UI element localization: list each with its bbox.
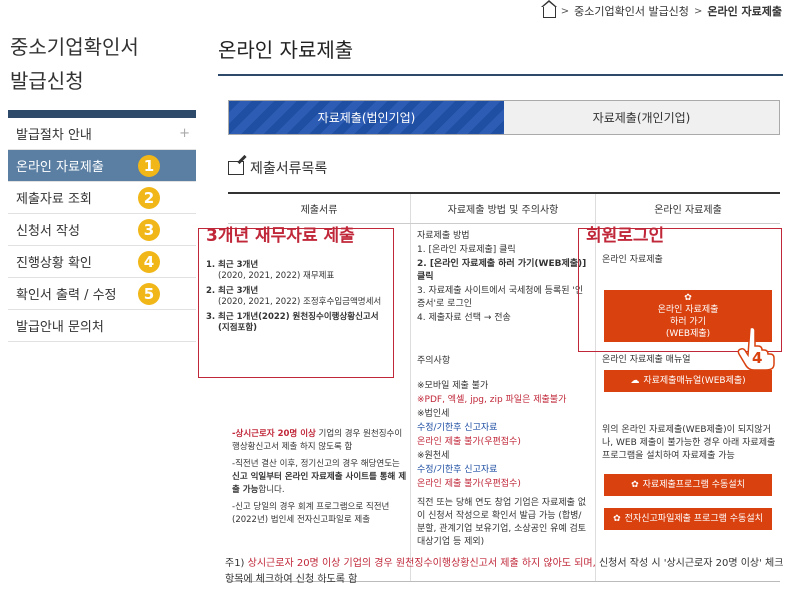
e-filing-program-button[interactable]: ✿ 전자신고파일제출 프로그램 수동설치 [604, 508, 772, 530]
section-title: 제출서류목록 [228, 158, 327, 178]
step-badge-5: 5 [138, 283, 160, 305]
table-header: 제출서류 [300, 205, 338, 216]
method-title: 자료제출 방법 [417, 231, 470, 241]
sidebar-item-application[interactable]: 신청서 작성 3 [8, 214, 196, 246]
method-step: 4. 제출자료 선택 → 전송 [417, 313, 511, 323]
breadcrumb-item-parent[interactable]: 중소기업확인서 발급신청 [574, 3, 689, 19]
step-number: 4 [752, 349, 763, 367]
method-step: 2. [온라인 자료제출 하러 가기(WEB제출)] 클릭 [417, 259, 587, 282]
method-step: 1. [온라인 자료제출] 클릭 [417, 245, 516, 255]
breadcrumb-separator: > [560, 5, 570, 17]
sidebar-item-submission-lookup[interactable]: 제출자료 조회 2 [8, 182, 196, 214]
sidebar-item-label: 온라인 자료제출 [16, 160, 104, 175]
caution-item: ※원천세 [417, 451, 450, 461]
breadcrumb-separator: > [693, 5, 703, 17]
tab-corporate[interactable]: 자료제출(법인기업) [229, 101, 504, 134]
sidebar-item-label: 발급안내 문의처 [16, 320, 104, 335]
breadcrumb: > 중소기업확인서 발급신청 > 온라인 자료제출 [540, 0, 782, 19]
install-program-button[interactable]: ✿ 자료제출프로그램 수동설치 [604, 474, 772, 496]
sidebar-item-contact[interactable]: 발급안내 문의처 [8, 310, 196, 342]
manual-label: 온라인 자료제출 매뉴얼 [602, 355, 691, 365]
note: -신고 당일의 경우 회계 프로그램으로 직전년(2022년) 법인세 전자신고… [232, 502, 390, 525]
annotation-financial: 3개년 재무자료 제출 [206, 226, 355, 246]
annotation-member-login: 회원로그인 [586, 226, 665, 246]
program-description: 위의 온라인 자료제출(WEB제출)이 되지않거나, WEB 제출이 불가능한 … [602, 425, 776, 461]
list-item: 1. 최근 3개년 (2020, 2021, 2022) 재무제표 [206, 260, 335, 281]
tab-individual[interactable]: 자료제출(개인기업) [504, 101, 779, 134]
sidebar-title-line1: 중소기업확인서 [10, 35, 139, 59]
main-content: 온라인 자료제출 자료제출(법인기업) 자료제출(개인기업) 제출서류목록 제출… [198, 30, 783, 582]
caution-item: 온라인 제출 불가(우편접수) [417, 437, 521, 447]
breadcrumb-item-current: 온라인 자료제출 [707, 5, 782, 18]
step-badge-4: 4 [138, 251, 160, 273]
edit-icon [228, 161, 244, 175]
table-header: 온라인 자료제출 [595, 194, 780, 223]
sidebar: 중소기업확인서 발급신청 발급절차 안내 + 온라인 자료제출 1 제출자료 조… [8, 30, 196, 342]
list-item: 2. 최근 3개년 (2020, 2021, 2022) 조정후수입금액명세서 [206, 286, 382, 307]
step-badge-1: 1 [138, 155, 160, 177]
sidebar-item-print-edit[interactable]: 확인서 출력 / 수정 5 [8, 278, 196, 310]
caution-item: 수정/기한후 신고자료 [417, 423, 498, 433]
documents-table: 제출서류 자료제출 방법 및 주의사항 온라인 자료제출 3개년 재무자료 제출… [198, 192, 782, 582]
table-row: 3개년 재무자료 제출 1. 최근 3개년 (2020, 2021, 2022) … [198, 224, 782, 581]
sidebar-item-procedure[interactable]: 발급절차 안내 + [8, 118, 196, 150]
manual-button[interactable]: ☁ 자료제출매뉴얼(WEB제출) [604, 370, 772, 392]
caution-item: ※PDF, 엑셀, jpg, zip 파일은 제출불가 [417, 395, 567, 405]
list-item: 3. 최근 1개년(2022) 원천징수이행상황신고서 (지점포함) [206, 312, 379, 333]
startup-note: 직전 또는 당해 연도 창업 기업은 자료제출 없이 신청서 작성으로 확인서 … [417, 498, 587, 547]
note: -상시근로자 20명 이상 기업의 경우 원천징수이행상황신고서 제출 하지 않… [232, 429, 403, 452]
document-list: 1. 최근 3개년 (2020, 2021, 2022) 재무제표 2. 최근 3개… [206, 260, 390, 338]
sidebar-item-label: 신청서 작성 [16, 224, 80, 239]
plus-icon: + [179, 126, 190, 141]
caution-item: 수정/기한후 신고자료 [417, 465, 498, 475]
sidebar-title-line2: 발급신청 [10, 69, 84, 93]
sidebar-divider [8, 110, 196, 118]
note: -직전년 결산 이후, 정기신고의 경우 해당연도는 신고 익일부터 온라인 자… [232, 459, 407, 495]
sidebar-item-progress[interactable]: 진행상황 확인 4 [8, 246, 196, 278]
footnote: 주1) 상시근로자 20명 이상 기업의 경우 원천징수이행상황신고서 제출 하… [225, 558, 784, 585]
step-badge-2: 2 [138, 187, 160, 209]
gear-icon: ✿ [684, 293, 692, 303]
sidebar-item-label: 확인서 출력 / 수정 [16, 288, 117, 303]
home-icon[interactable] [540, 0, 557, 18]
caution-item: ※모바일 제출 불가 [417, 381, 489, 391]
online-submission-cell: 회원로그인 온라인 자료제출 ✿ 온라인 자료제출 하러 가기 (WEB제출) … [578, 224, 782, 581]
caution-item: ※법인세 [417, 409, 450, 419]
method-cell: 자료제출 방법 1. [온라인 자료제출] 클릭 2. [온라인 자료제출 하러… [410, 224, 595, 581]
documents-cell: 3개년 재무자료 제출 1. 최근 3개년 (2020, 2021, 2022) … [198, 224, 410, 581]
sidebar-item-online-submission[interactable]: 온라인 자료제출 1 [8, 150, 196, 182]
table-header-row: 제출서류 자료제출 방법 및 주의사항 온라인 자료제출 [228, 194, 780, 224]
sidebar-item-label: 발급절차 안내 [16, 128, 92, 143]
page-title: 온라인 자료제출 [218, 38, 354, 62]
title-divider [218, 74, 783, 76]
tab-bar: 자료제출(법인기업) 자료제출(개인기업) [228, 100, 780, 135]
method-step: 3. 자료제출 사이트에서 국세청에 등록된 '인증서'로 로그인 [417, 286, 584, 309]
gear-icon: ✿ [613, 513, 621, 524]
caution-title: 주의사항 [417, 356, 451, 366]
gear-icon: ✿ [631, 479, 639, 490]
online-submission-label: 온라인 자료제출 [602, 255, 663, 265]
cloud-download-icon: ☁ [630, 375, 640, 386]
table-header: 자료제출 방법 및 주의사항 [410, 194, 595, 223]
section-title-label: 제출서류목록 [250, 161, 328, 177]
document-notes: -상시근로자 20명 이상 기업의 경우 원천징수이행상황신고서 제출 하지 않… [232, 428, 408, 527]
caution-item: 온라인 제출 불가(우편접수) [417, 479, 521, 489]
sidebar-item-label: 제출자료 조회 [16, 192, 92, 207]
sidebar-item-label: 진행상황 확인 [16, 256, 92, 271]
step-badge-3: 3 [138, 219, 160, 241]
